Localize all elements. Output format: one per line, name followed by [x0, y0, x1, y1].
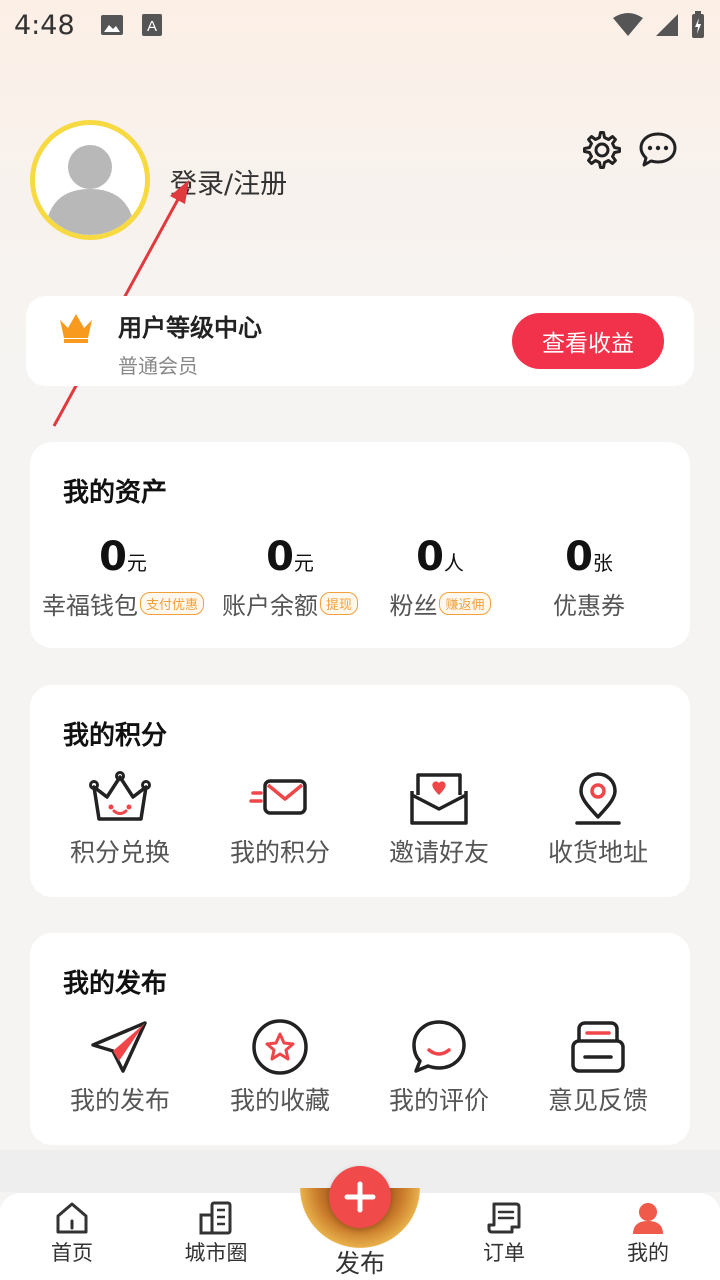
my-points-item[interactable]: 我的积分: [205, 771, 355, 869]
my-posts-item[interactable]: 我的发布: [45, 1019, 195, 1117]
asset-tag: 赚返佣: [439, 592, 491, 615]
profile-header: 登录/注册: [30, 120, 690, 250]
status-bar: 4:48 A: [0, 0, 720, 50]
feedback-box-icon: [571, 1021, 625, 1073]
feedback-label: 意见反馈: [547, 1086, 648, 1115]
points-exchange-label: 积分兑换: [69, 838, 170, 867]
invite-friends-label: 邀请好友: [388, 838, 489, 867]
asset-unit: 张: [592, 551, 613, 575]
crown-face-icon: [89, 771, 151, 821]
nav-mine-label: 我的: [627, 1241, 669, 1265]
chat-smile-icon: [412, 1020, 466, 1073]
image-notification-icon: [100, 15, 123, 35]
asset-label: 粉丝: [389, 592, 438, 620]
settings-gear-icon[interactable]: [582, 130, 622, 170]
login-register-link[interactable]: 登录/注册: [170, 162, 287, 201]
points-title: 我的积分: [63, 721, 168, 751]
asset-unit: 元: [293, 551, 314, 575]
asset-fans[interactable]: 0人 粉丝 赚返佣: [355, 534, 525, 621]
star-circle-icon: [252, 1019, 308, 1075]
my-reviews-item[interactable]: 我的评价: [364, 1019, 514, 1117]
user-level-card[interactable]: 用户等级中心 普通会员 查看收益: [26, 296, 694, 386]
view-earnings-button[interactable]: 查看收益: [512, 313, 664, 369]
nav-city-circle-label: 城市圈: [184, 1241, 248, 1265]
crown-icon: [60, 314, 92, 343]
my-favorites-item[interactable]: 我的收藏: [205, 1019, 355, 1117]
message-bubble-icon[interactable]: [638, 130, 678, 170]
shipping-address-label: 收货地址: [547, 838, 648, 867]
asset-value: 0: [416, 534, 444, 580]
wifi-icon: [613, 13, 643, 36]
asset-value: 0: [99, 534, 127, 580]
nav-home-label: 首页: [51, 1241, 93, 1265]
home-icon: [56, 1202, 88, 1234]
asset-label: 账户余额: [221, 592, 318, 620]
signal-icon: [656, 14, 678, 36]
nav-publish-label: 发布: [334, 1249, 385, 1278]
feedback-item[interactable]: 意见反馈: [523, 1019, 673, 1117]
my-publish-card: 我的发布 我的发布 我的收藏 我的评价 意见反馈: [30, 933, 690, 1145]
my-points-card: 我的积分 积分兑换 我的积分 邀请好友 收货地址: [30, 685, 690, 897]
plus-icon: [344, 1181, 376, 1213]
member-level: 普通会员: [118, 354, 198, 378]
nav-orders[interactable]: 订单: [454, 1201, 554, 1267]
nav-publish[interactable]: 发布: [300, 1166, 420, 1280]
envelope-fast-icon: [249, 779, 307, 815]
asset-tag: 支付优惠: [139, 592, 204, 615]
my-posts-label: 我的发布: [69, 1086, 170, 1115]
default-avatar-icon: [35, 125, 145, 235]
nav-home[interactable]: 首页: [22, 1201, 122, 1267]
my-points-label: 我的积分: [229, 838, 330, 867]
battery-icon: [692, 11, 704, 38]
avatar[interactable]: [30, 120, 150, 240]
level-center-title: 用户等级中心: [118, 314, 262, 342]
asset-unit: 元: [126, 551, 147, 575]
user-profile-icon: [633, 1203, 663, 1234]
city-building-icon: [199, 1201, 232, 1235]
asset-tag: 提现: [319, 592, 358, 615]
shipping-address-item[interactable]: 收货地址: [523, 771, 673, 869]
asset-value: 0: [266, 534, 294, 580]
my-favorites-label: 我的收藏: [229, 1086, 330, 1115]
my-assets-card: 我的资产 0元 幸福钱包 支付优惠 0元 账户余额 提现 0人 粉丝 赚返佣 0…: [30, 442, 690, 648]
assets-title: 我的资产: [63, 478, 168, 508]
text-notification-icon: A: [141, 14, 162, 36]
publish-title: 我的发布: [63, 969, 168, 999]
heart-letter-icon: [410, 773, 468, 825]
asset-label: 幸福钱包: [41, 592, 138, 620]
asset-value: 0: [565, 534, 593, 580]
nav-city-circle[interactable]: 城市圈: [166, 1201, 266, 1267]
asset-unit: 人: [443, 551, 464, 575]
points-exchange-item[interactable]: 积分兑换: [45, 771, 195, 869]
my-reviews-label: 我的评价: [388, 1086, 489, 1115]
status-time: 4:48: [14, 9, 75, 41]
nav-orders-label: 订单: [483, 1241, 525, 1265]
asset-wallet[interactable]: 0元 幸福钱包 支付优惠: [38, 534, 208, 621]
paper-plane-icon: [91, 1021, 147, 1073]
svg-text:A: A: [147, 18, 157, 35]
asset-label: 优惠券: [553, 592, 625, 620]
invite-friends-item[interactable]: 邀请好友: [364, 771, 514, 869]
publish-plus-button[interactable]: [329, 1166, 391, 1228]
order-receipt-icon: [487, 1202, 521, 1234]
asset-balance[interactable]: 0元 账户余额 提现: [205, 534, 375, 621]
location-pin-icon: [575, 772, 621, 825]
asset-coupons[interactable]: 0张 优惠券: [504, 534, 674, 621]
nav-mine[interactable]: 我的: [598, 1201, 698, 1267]
